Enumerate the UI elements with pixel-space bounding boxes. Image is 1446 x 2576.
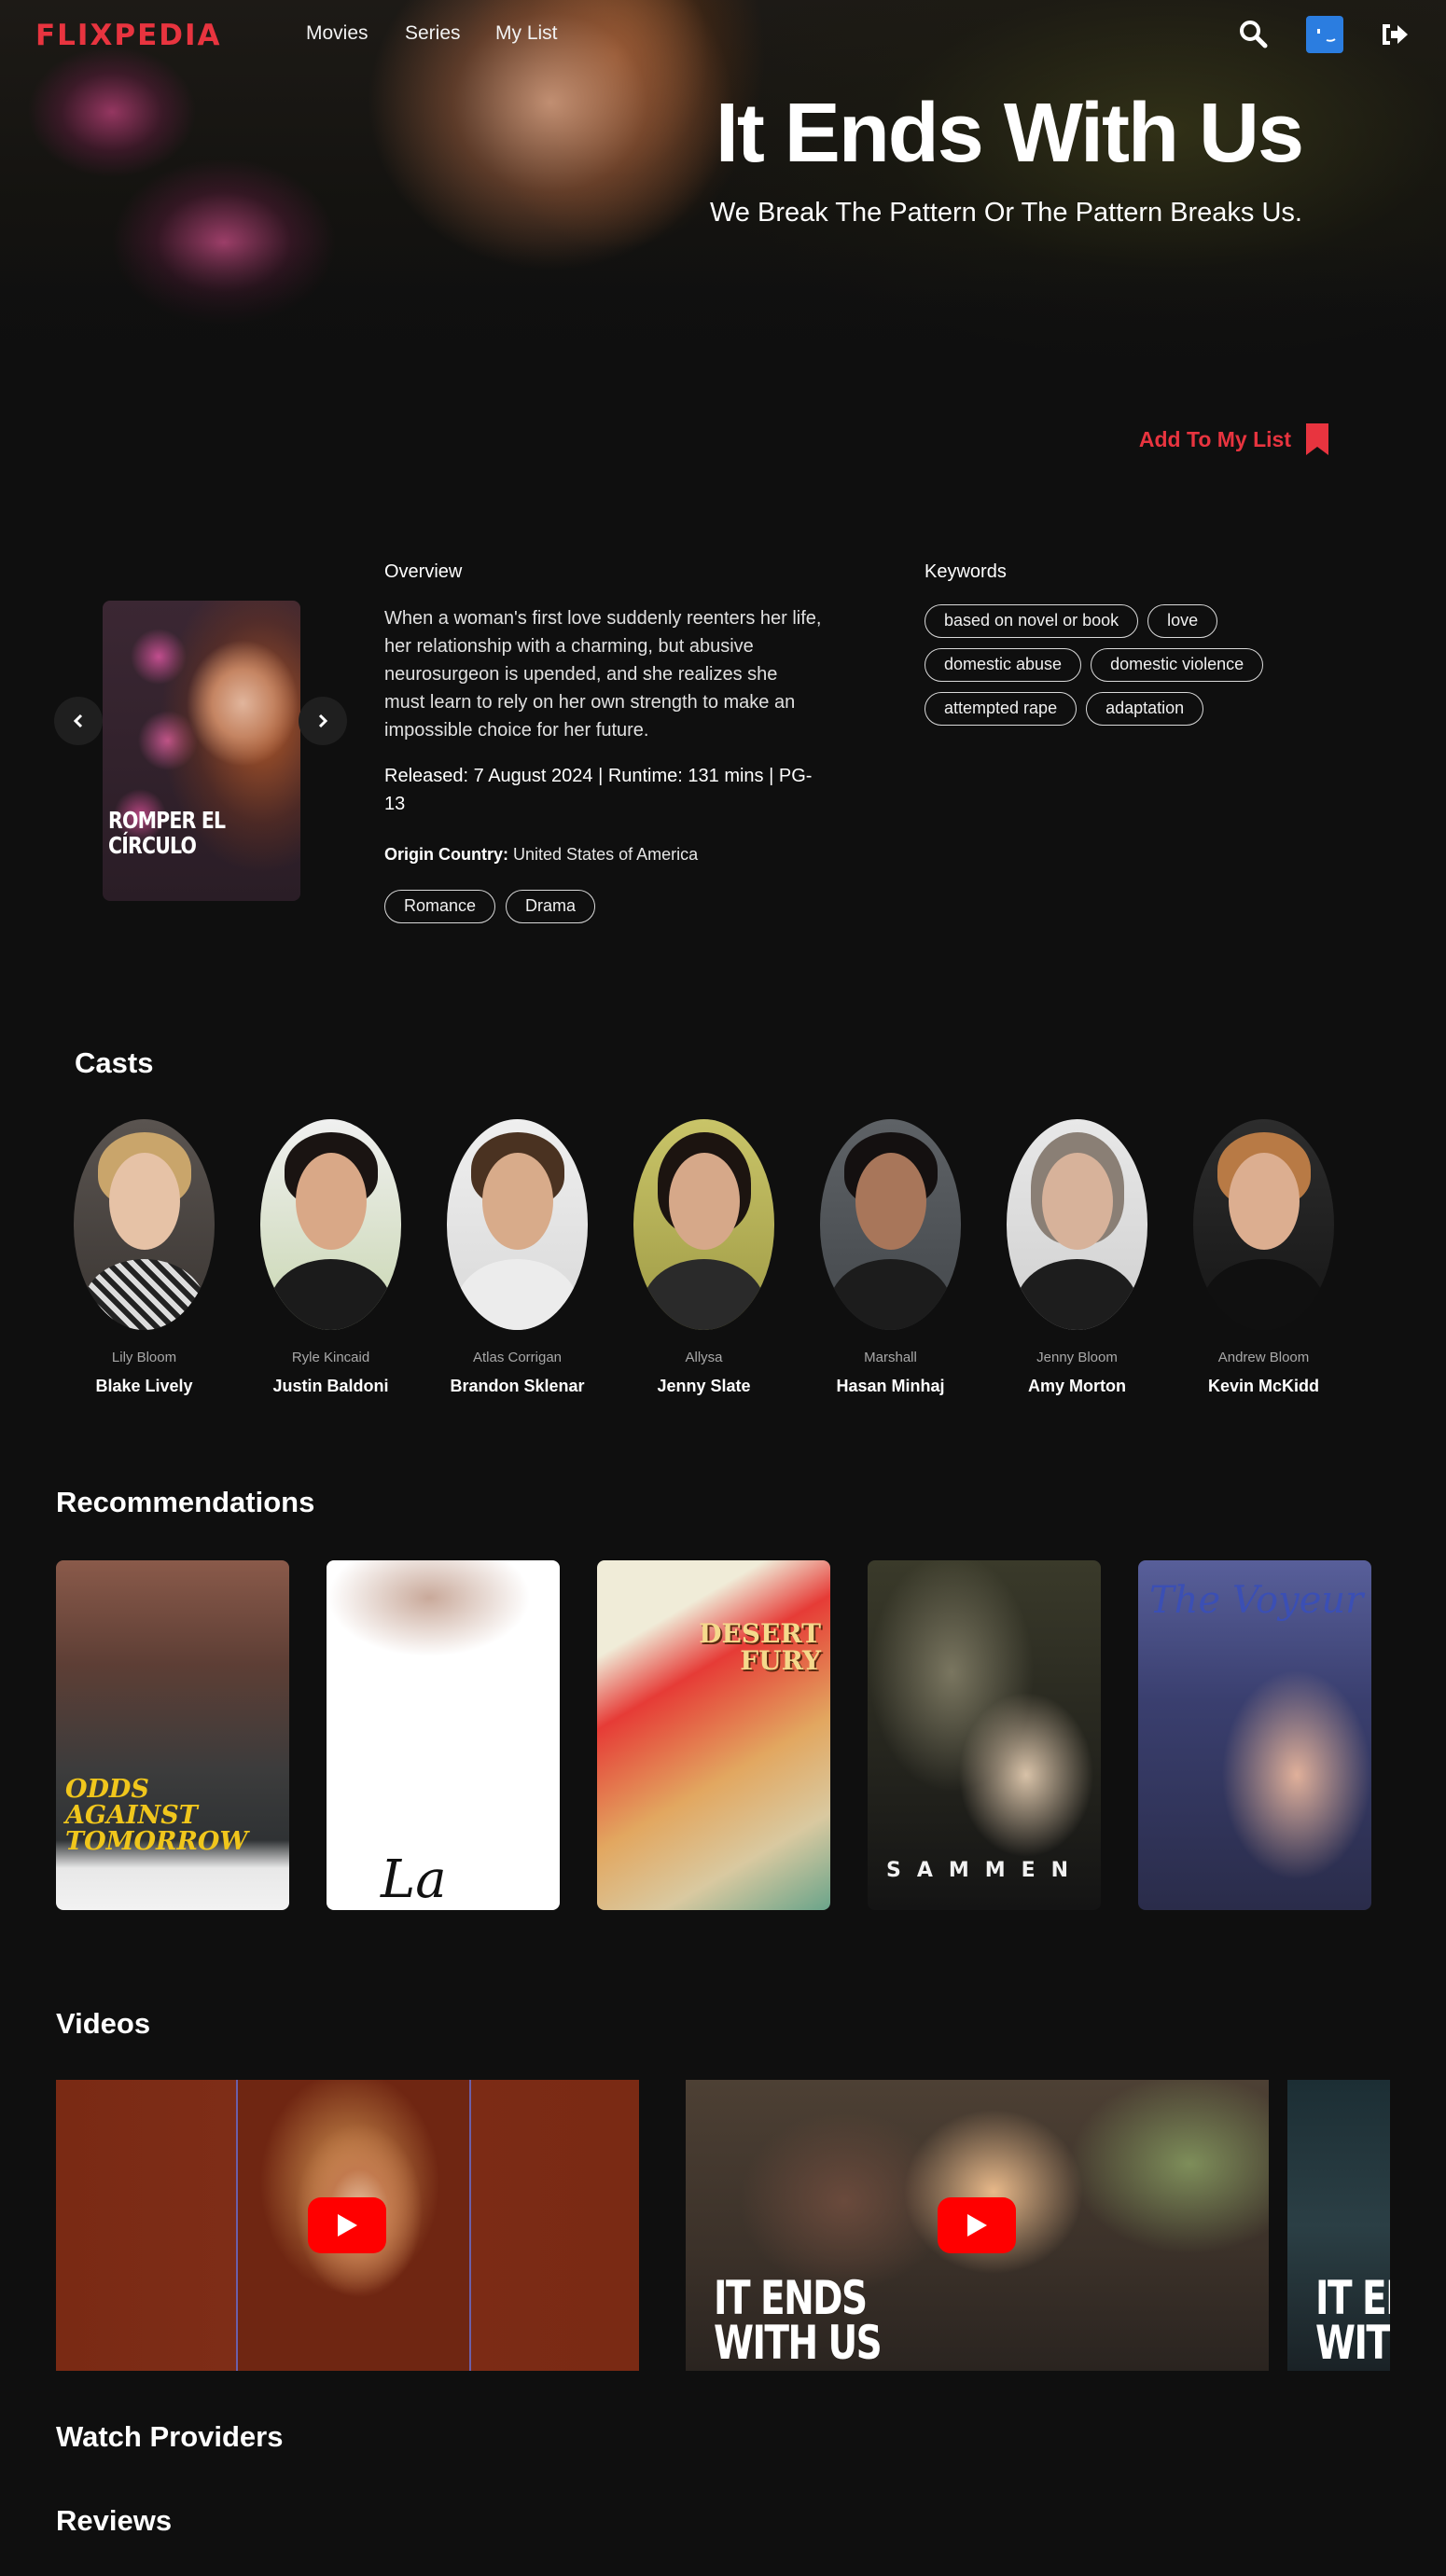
- play-icon: [308, 2197, 386, 2253]
- video-thumbnail[interactable]: IT ENDS WITH US: [686, 2080, 1269, 2371]
- cast-card[interactable]: Ryle Kincaid Justin Baldoni: [260, 1119, 401, 1396]
- recommendation-title: Odds Against Tomorrow: [65, 1775, 248, 1856]
- genre-chip[interactable]: Drama: [506, 890, 596, 923]
- search-icon[interactable]: [1238, 19, 1268, 53]
- recommendation-card[interactable]: The Voyeur: [1138, 1560, 1371, 1910]
- cast-name: Kevin McKidd: [1207, 1377, 1319, 1395]
- nav-series[interactable]: Series: [405, 22, 461, 45]
- overview-text: When a woman's first love suddenly reent…: [384, 608, 822, 741]
- bookmark-icon: [1306, 423, 1328, 455]
- add-to-my-list-button[interactable]: Add To My List: [1139, 422, 1330, 457]
- cast-name: Justin Baldoni: [272, 1377, 389, 1395]
- cast-name: Blake Lively: [95, 1377, 193, 1395]
- cast-photo: [1007, 1119, 1147, 1330]
- cast-photo: [633, 1119, 774, 1330]
- cast-card[interactable]: Marshall Hasan Minhaj: [820, 1119, 961, 1396]
- chevron-right-icon: [318, 713, 328, 728]
- cast-photo: [447, 1119, 588, 1330]
- cast-role: Allysa: [685, 1350, 723, 1365]
- keyword-chip[interactable]: domestic abuse: [925, 648, 1082, 682]
- cast-name: Jenny Slate: [657, 1377, 751, 1395]
- keyword-chip[interactable]: domestic violence: [1091, 648, 1264, 682]
- add-to-my-list-label: Add To My List: [1138, 426, 1291, 451]
- release-info: Released: 7 August 2024 | Runtime: 131 m…: [384, 766, 813, 814]
- cast-name: Amy Morton: [1028, 1377, 1126, 1395]
- chevron-left-icon: [73, 713, 83, 728]
- video-list: IT ENDS WITH US IT ENDS WITH US: [56, 2080, 1390, 2371]
- nav-movies[interactable]: Movies: [306, 22, 368, 45]
- movie-tagline: We Break The Pattern Or The Pattern Brea…: [709, 198, 1302, 228]
- avatar[interactable]: [1306, 16, 1343, 58]
- cast-photo: [820, 1119, 961, 1330]
- logo[interactable]: FLIXPEDIA: [35, 19, 222, 52]
- recommendation-title: La Belle: [381, 1849, 447, 1910]
- movie-title: It Ends With Us: [715, 87, 1304, 180]
- recommendation-card[interactable]: Odds Against Tomorrow: [56, 1560, 289, 1910]
- keyword-chip[interactable]: based on novel or book: [925, 604, 1139, 638]
- cast-name: Brandon Sklenar: [450, 1377, 585, 1395]
- cast-card[interactable]: Jenny Bloom Amy Morton: [1007, 1119, 1147, 1396]
- keyword-list: based on novel or book love domestic abu…: [925, 604, 1316, 726]
- cast-card[interactable]: Allysa Jenny Slate: [633, 1119, 774, 1396]
- videos-heading: Videos: [56, 2007, 151, 2040]
- cast-role: Jenny Bloom: [1036, 1350, 1118, 1365]
- movie-poster[interactable]: ROMPER EL CÍRCULO: [103, 601, 300, 901]
- recommendation-title: The Voyeur: [1149, 1579, 1364, 1622]
- cast-card[interactable]: Lily Bloom Blake Lively: [74, 1119, 215, 1396]
- cast-role: Ryle Kincaid: [291, 1350, 370, 1365]
- casts-heading: Casts: [75, 1046, 154, 1079]
- origin-label: Origin Country:: [384, 845, 508, 864]
- video-overlay-text: IT ENDS WITH US: [1315, 2271, 1390, 2370]
- genre-chip[interactable]: Romance: [384, 890, 496, 923]
- recommendation-title: Desert Fury: [699, 1618, 821, 1676]
- cast-role: Lily Bloom: [111, 1350, 177, 1365]
- cast-list: Lily Bloom Blake Lively Ryle Kincaid Jus…: [74, 1119, 1334, 1396]
- keyword-chip[interactable]: adaptation: [1086, 692, 1204, 726]
- cast-photo: [74, 1119, 215, 1330]
- logout-icon[interactable]: [1379, 21, 1409, 53]
- recommendation-card[interactable]: La Belle: [327, 1560, 560, 1910]
- keyword-chip[interactable]: attempted rape: [925, 692, 1078, 726]
- recommendation-card[interactable]: Desert Fury: [597, 1560, 830, 1910]
- poster-title-text: ROMPER EL CÍRCULO: [108, 807, 226, 859]
- poster-next-button[interactable]: [299, 697, 347, 745]
- cast-role: Andrew Bloom: [1217, 1350, 1310, 1365]
- recommendations-heading: Recommendations: [56, 1486, 315, 1518]
- overview-label: Overview: [384, 561, 463, 582]
- video-thumbnail[interactable]: [56, 2080, 639, 2371]
- cast-role: Atlas Corrigan: [472, 1350, 563, 1365]
- cast-card[interactable]: Atlas Corrigan Brandon Sklenar: [447, 1119, 588, 1396]
- cast-photo: [260, 1119, 401, 1330]
- nav-my-list[interactable]: My List: [495, 22, 558, 45]
- video-overlay-text: IT ENDS WITH US: [714, 2271, 883, 2370]
- poster-prev-button[interactable]: [54, 697, 103, 745]
- hero-fade: [0, 242, 1446, 373]
- reviews-heading: Reviews: [56, 2504, 173, 2537]
- origin-country: Origin Country: United States of America: [384, 845, 698, 865]
- cast-name: Hasan Minhaj: [836, 1377, 945, 1395]
- recommendation-title: SAMMEN: [886, 1859, 1085, 1882]
- cast-card[interactable]: Andrew Bloom Kevin McKidd: [1193, 1119, 1334, 1396]
- origin-value: United States of America: [513, 845, 699, 864]
- recommendation-card[interactable]: SAMMEN: [868, 1560, 1101, 1910]
- recommendation-list: Odds Against Tomorrow La Belle Desert Fu…: [56, 1560, 1371, 1910]
- keywords-label: Keywords: [925, 561, 1007, 582]
- watch-providers-heading: Watch Providers: [56, 2420, 284, 2453]
- cast-photo: [1193, 1119, 1334, 1330]
- video-thumbnail[interactable]: IT ENDS WITH US: [1287, 2080, 1390, 2371]
- play-icon: [938, 2197, 1016, 2253]
- keyword-chip[interactable]: love: [1147, 604, 1218, 638]
- cast-role: Marshall: [864, 1350, 917, 1365]
- genre-list: Romance Drama: [384, 890, 596, 923]
